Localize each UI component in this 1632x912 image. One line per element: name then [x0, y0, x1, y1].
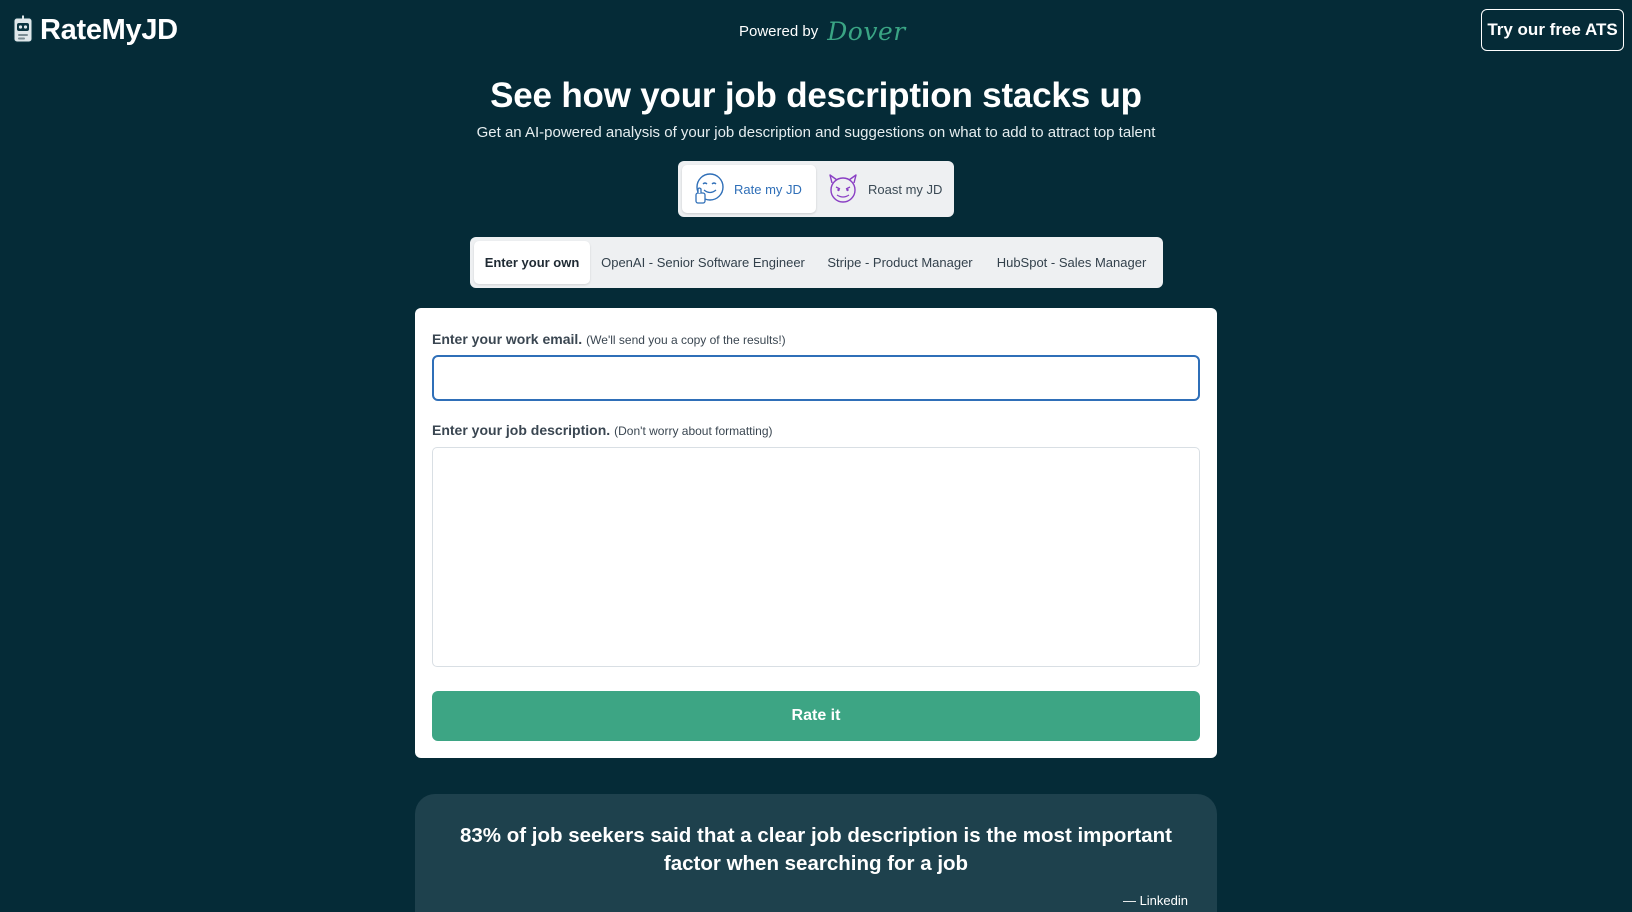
dover-logo: Dover [827, 16, 906, 46]
jd-field-label: Enter your job description. (Don't worry … [432, 422, 773, 438]
rate-my-jd-toggle[interactable]: Rate my JD [682, 165, 816, 213]
rate-it-button[interactable]: Rate it [432, 691, 1200, 741]
tab-openai-senior-software-engineer[interactable]: OpenAI - Senior Software Engineer [590, 241, 816, 284]
powered-by-label: Powered by [739, 22, 819, 40]
quote-card: 83% of job seekers said that a clear job… [415, 794, 1217, 912]
quote-text: 83% of job seekers said that a clear job… [460, 824, 1172, 875]
tab-enter-your-own[interactable]: Enter your own [474, 241, 590, 284]
job-description-field[interactable] [432, 447, 1200, 667]
roast-my-jd-toggle[interactable]: Roast my JD [818, 165, 950, 213]
page-subtitle: Get an AI-powered analysis of your job d… [476, 124, 1156, 141]
tab-hubspot-sales-manager[interactable]: HubSpot - Sales Manager [984, 241, 1159, 284]
logo[interactable]: RateMyJD [12, 14, 178, 46]
jd-form-card: Enter your work email. (We'll send you a … [415, 308, 1217, 758]
page-title: See how your job description stacks up [490, 76, 1142, 115]
email-field-label: Enter your work email. (We'll send you a … [432, 331, 786, 347]
devil-face-icon [829, 174, 857, 203]
email-label-hint: (We'll send you a copy of the results!) [586, 333, 786, 347]
quote-source: — Linkedin [1122, 893, 1188, 908]
sample-tabs: Enter your own OpenAI - Senior Software … [470, 237, 1163, 288]
tab-stripe-product-manager[interactable]: Stripe - Product Manager [816, 241, 984, 284]
mode-toggle: Rate my JD Roast my JD [678, 161, 954, 217]
page: RateMyJD Powered by Dover Try our free A… [0, 0, 1632, 912]
robot-logo-icon [13, 15, 33, 43]
rate-my-jd-label: Rate my JD [734, 181, 802, 197]
jd-label-text: Enter your job description. [432, 422, 611, 438]
email-field[interactable] [432, 355, 1200, 401]
thumbs-up-face-icon [695, 173, 724, 204]
powered-by[interactable]: Powered by Dover [739, 16, 906, 46]
roast-my-jd-label: Roast my JD [868, 181, 943, 197]
logo-text: RateMyJD [40, 13, 178, 46]
email-label-text: Enter your work email. [432, 331, 583, 347]
jd-label-hint: (Don't worry about formatting) [614, 424, 773, 438]
try-free-ats-button[interactable]: Try our free ATS [1481, 9, 1624, 51]
